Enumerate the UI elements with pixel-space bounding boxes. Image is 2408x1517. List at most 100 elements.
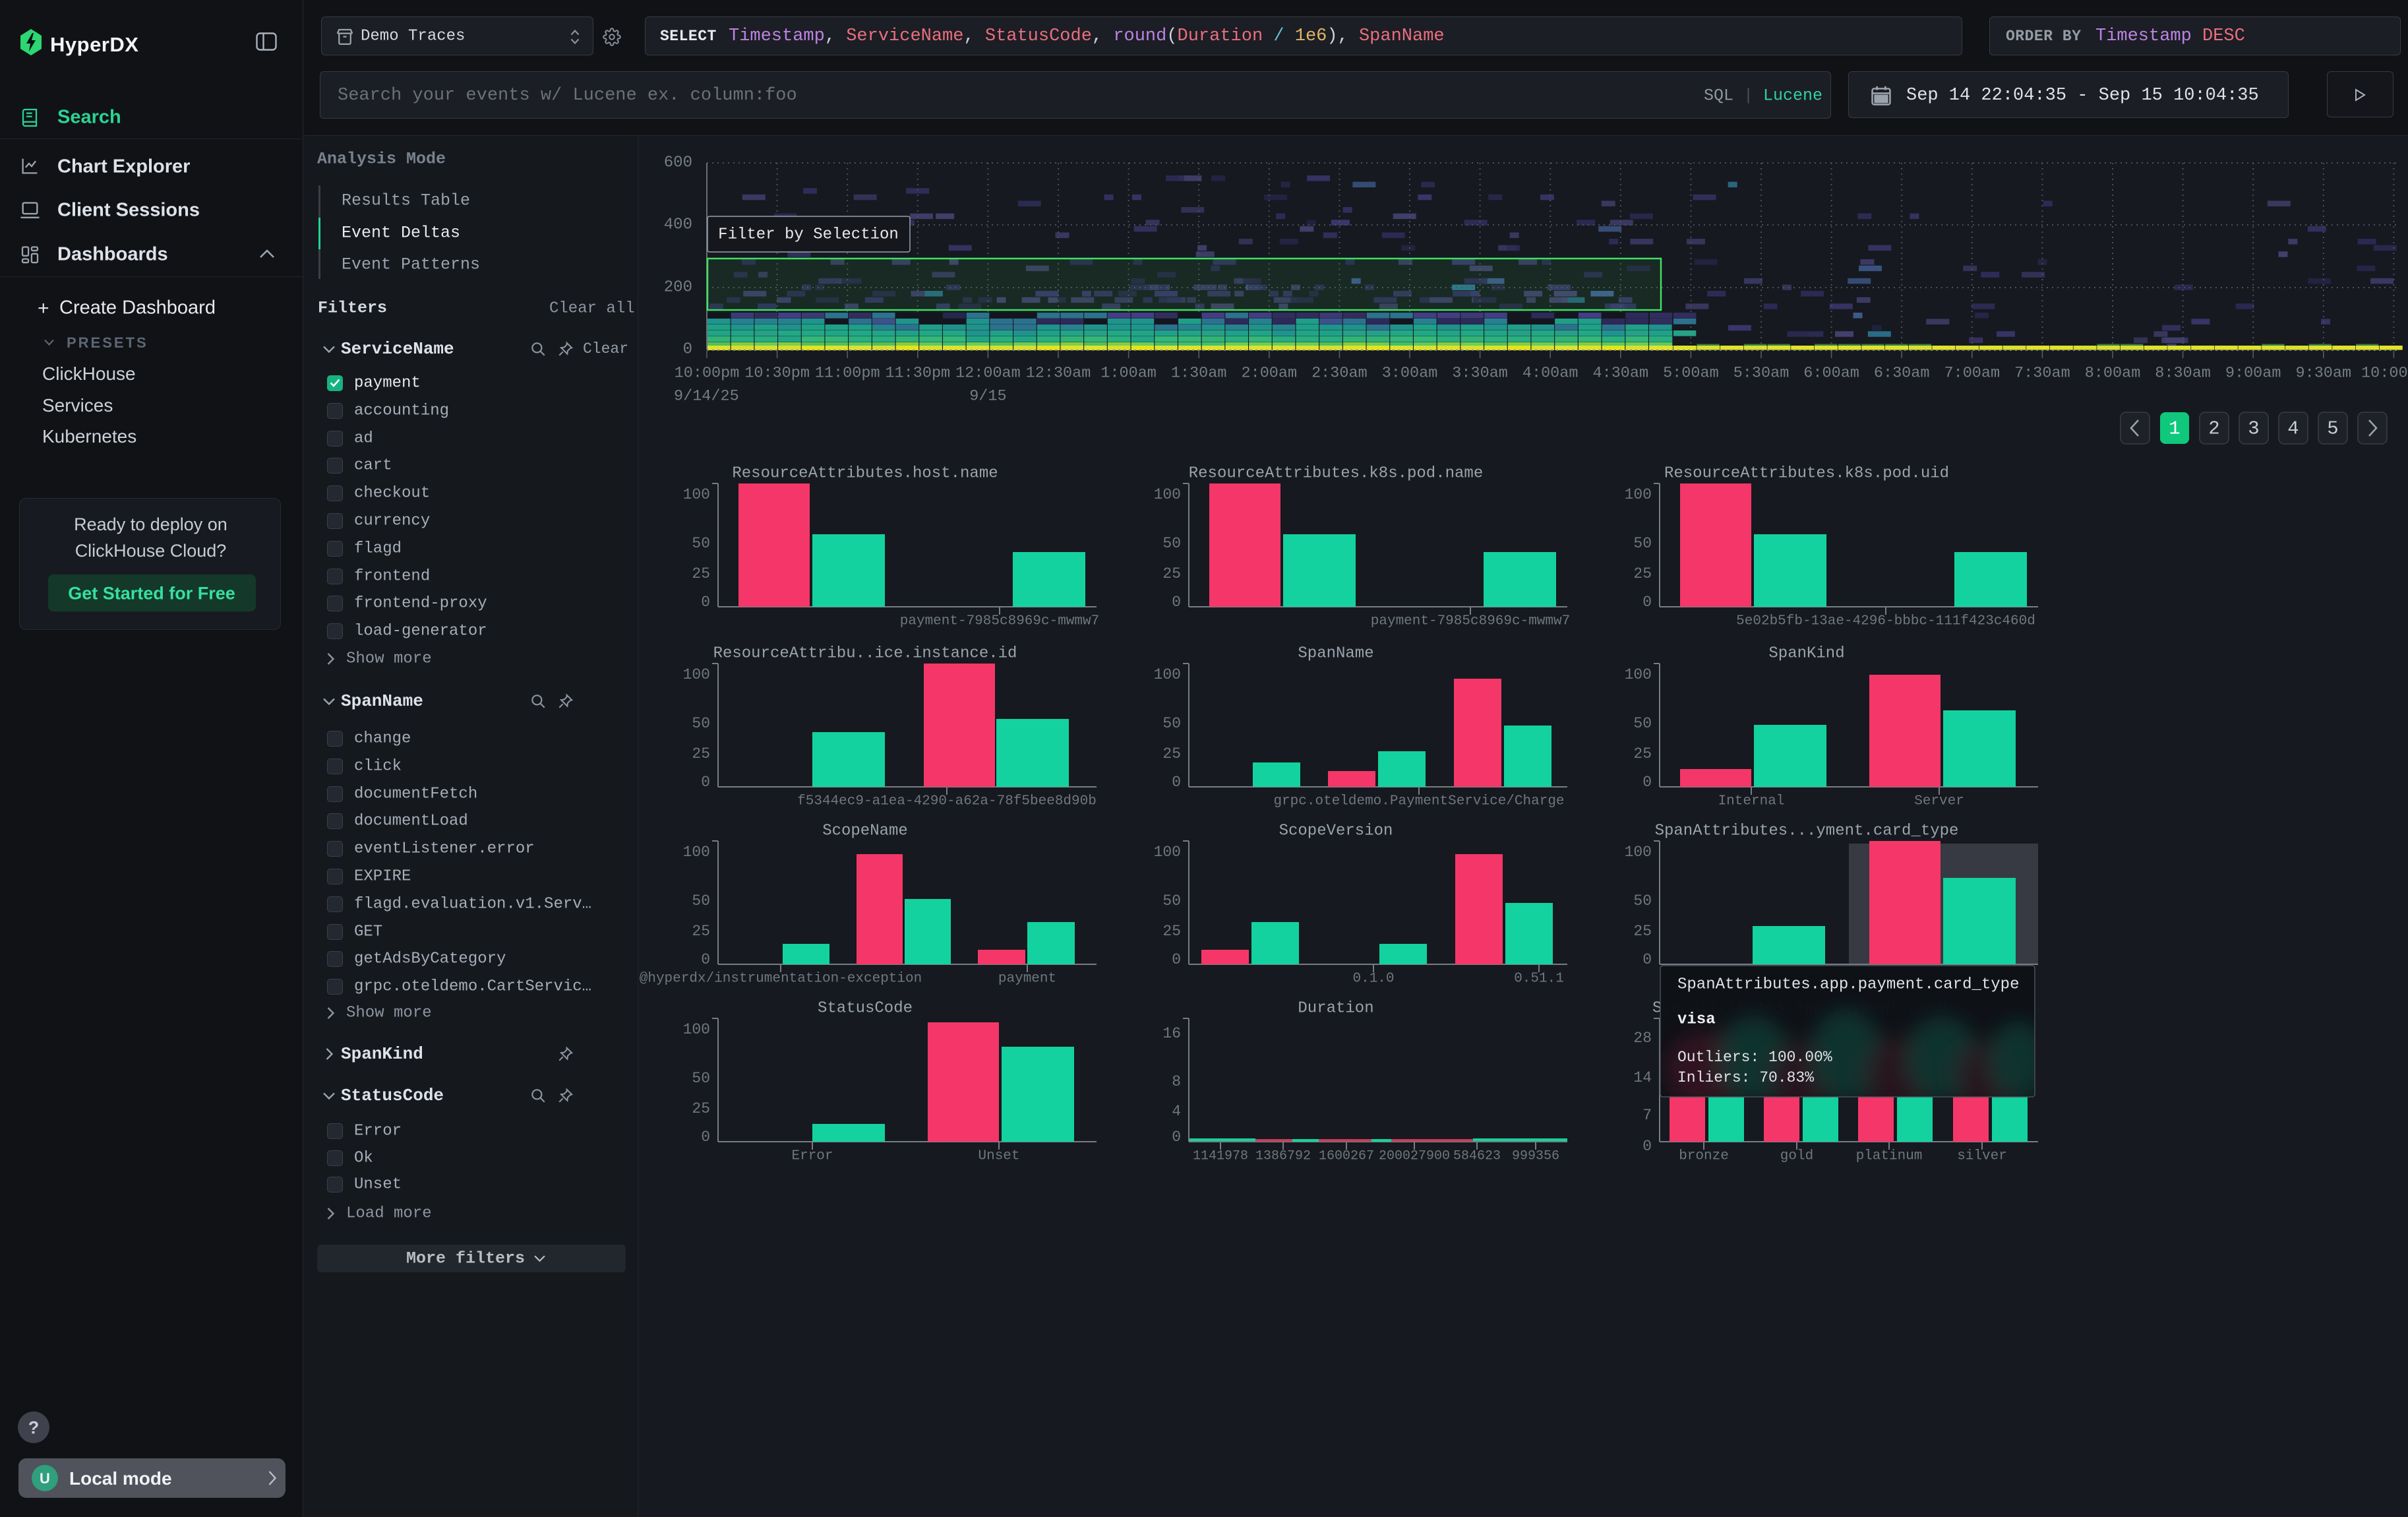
svg-text:SpanAttributes.app.payment.car: SpanAttributes.app.payment.card_type <box>1677 976 2019 994</box>
svg-text:0.51.1: 0.51.1 <box>1514 972 1564 987</box>
svg-text:1:00am: 1:00am <box>1100 365 1157 383</box>
svg-text:1600267: 1600267 <box>1319 1149 1374 1164</box>
svg-text:100: 100 <box>1625 844 1652 861</box>
svg-text:SpanName: SpanName <box>1298 645 1373 663</box>
svg-text:Unset: Unset <box>978 1149 1019 1164</box>
svg-text:8: 8 <box>1172 1073 1181 1090</box>
svg-text:0: 0 <box>1172 951 1181 968</box>
svg-text:100: 100 <box>1154 486 1181 503</box>
svg-text:3: 3 <box>2248 418 2259 440</box>
svg-text:7: 7 <box>1642 1107 1652 1124</box>
svg-text:0: 0 <box>1642 951 1652 968</box>
svg-text:4: 4 <box>2287 418 2299 440</box>
svg-text:f5344ec9-a1ea-4290-a62a-78f5be: f5344ec9-a1ea-4290-a62a-78f5bee8d90b <box>797 794 1097 809</box>
svg-text:ResourceAttribu..ice.instance.: ResourceAttribu..ice.instance.id <box>713 645 1017 663</box>
svg-text:bronze: bronze <box>1679 1149 1729 1164</box>
svg-text:11:00pm: 11:00pm <box>815 365 880 383</box>
svg-text:gold: gold <box>1780 1149 1813 1164</box>
svg-text:0: 0 <box>1172 1129 1181 1146</box>
svg-text:9:00am: 9:00am <box>2225 365 2281 383</box>
svg-text:200027900: 200027900 <box>1379 1149 1450 1164</box>
svg-text:2:00am: 2:00am <box>1241 365 1297 383</box>
svg-text:payment-7985c8969c-mwmw7: payment-7985c8969c-mwmw7 <box>1371 614 1570 629</box>
svg-text:10:00pm: 10:00pm <box>675 365 740 383</box>
svg-text:1141978: 1141978 <box>1193 1149 1248 1164</box>
svg-text:7:30am: 7:30am <box>2014 365 2070 383</box>
svg-text:6:00am: 6:00am <box>1803 365 1859 383</box>
svg-text:10:00am: 10:00am <box>2361 365 2408 383</box>
svg-text:3:00am: 3:00am <box>1382 365 1438 383</box>
svg-text:12:30am: 12:30am <box>1026 365 1091 383</box>
svg-text:9/14/25: 9/14/25 <box>674 388 739 406</box>
svg-text:50: 50 <box>1162 715 1181 732</box>
svg-text:Duration: Duration <box>1298 1000 1373 1018</box>
svg-text:ResourceAttributes.k8s.pod.uid: ResourceAttributes.k8s.pod.uid <box>1664 465 1949 483</box>
svg-text:14: 14 <box>1633 1069 1652 1086</box>
svg-text:silver: silver <box>1957 1149 2007 1164</box>
svg-text:5e02b5fb-13ae-4296-bbbc-111f42: 5e02b5fb-13ae-4296-bbbc-111f423c460d <box>1736 614 2035 629</box>
svg-text:25: 25 <box>1633 745 1652 762</box>
svg-text:4:30am: 4:30am <box>1592 365 1648 383</box>
svg-text:25: 25 <box>692 923 710 940</box>
svg-text:5:00am: 5:00am <box>1663 365 1719 383</box>
svg-text:8:00am: 8:00am <box>2085 365 2141 383</box>
svg-text:1: 1 <box>2169 418 2180 440</box>
svg-text:ScopeVersion: ScopeVersion <box>1279 822 1393 840</box>
svg-text:0: 0 <box>701 594 710 611</box>
svg-text:payment-7985c8969c-mwmw7: payment-7985c8969c-mwmw7 <box>900 614 1099 629</box>
svg-text:1:30am: 1:30am <box>1171 365 1227 383</box>
svg-text:Error: Error <box>791 1149 833 1164</box>
svg-text:50: 50 <box>692 1070 710 1087</box>
svg-text:25: 25 <box>1162 565 1181 582</box>
svg-text:10:30pm: 10:30pm <box>744 365 810 383</box>
svg-text:25: 25 <box>692 745 710 762</box>
svg-text:50: 50 <box>1633 535 1652 552</box>
svg-text:100: 100 <box>1154 844 1181 861</box>
svg-text:4: 4 <box>1172 1103 1181 1120</box>
svg-text:platinum: platinum <box>1856 1149 1923 1164</box>
svg-text:50: 50 <box>1162 892 1181 910</box>
svg-text:SpanAttributes...yment.card_ty: SpanAttributes...yment.card_type <box>1655 822 1959 840</box>
svg-text:25: 25 <box>1162 745 1181 762</box>
svg-text:Internal: Internal <box>1718 794 1785 809</box>
svg-text:9/15: 9/15 <box>969 388 1006 406</box>
svg-text:50: 50 <box>1162 535 1181 552</box>
svg-text:11:30pm: 11:30pm <box>885 365 950 383</box>
svg-text:5:30am: 5:30am <box>1733 365 1790 383</box>
svg-text:100: 100 <box>683 666 710 683</box>
svg-text:4:00am: 4:00am <box>1522 365 1579 383</box>
svg-text:0: 0 <box>1642 594 1652 611</box>
svg-text:16: 16 <box>1162 1025 1181 1042</box>
svg-text:Filter by Selection: Filter by Selection <box>718 226 899 244</box>
svg-text:100: 100 <box>1625 486 1652 503</box>
svg-text:@hyperdx/instrumentation-excep: @hyperdx/instrumentation-exception <box>640 972 922 987</box>
svg-text:grpc.oteldemo.PaymentService/C: grpc.oteldemo.PaymentService/Charge <box>1273 794 1564 809</box>
svg-text:1386792: 1386792 <box>1255 1149 1311 1164</box>
svg-text:50: 50 <box>692 892 710 910</box>
svg-text:28: 28 <box>1633 1030 1652 1047</box>
svg-text:0.1.0: 0.1.0 <box>1352 972 1394 987</box>
svg-text:0: 0 <box>1172 594 1181 611</box>
svg-text:25: 25 <box>1633 923 1652 940</box>
svg-text:Inliers: 70.83%: Inliers: 70.83% <box>1677 1069 1814 1086</box>
svg-text:Outliers: 100.00%: Outliers: 100.00% <box>1677 1049 1832 1066</box>
svg-text:100: 100 <box>683 486 710 503</box>
svg-text:ScopeName: ScopeName <box>822 822 908 840</box>
svg-text:0: 0 <box>683 341 692 359</box>
svg-text:12:00am: 12:00am <box>955 365 1021 383</box>
svg-text:100: 100 <box>683 844 710 861</box>
svg-text:7:00am: 7:00am <box>1944 365 2000 383</box>
svg-text:200: 200 <box>664 279 692 297</box>
svg-text:50: 50 <box>692 715 710 732</box>
svg-text:6:30am: 6:30am <box>1874 365 1930 383</box>
svg-text:25: 25 <box>692 565 710 582</box>
svg-text:400: 400 <box>664 216 692 234</box>
svg-text:25: 25 <box>1162 923 1181 940</box>
svg-text:50: 50 <box>1633 715 1652 732</box>
svg-text:0: 0 <box>701 1129 710 1146</box>
svg-text:25: 25 <box>1633 565 1652 582</box>
svg-text:584623: 584623 <box>1453 1149 1501 1164</box>
svg-text:100: 100 <box>1625 666 1652 683</box>
svg-text:5: 5 <box>2327 418 2338 440</box>
svg-text:600: 600 <box>664 154 692 172</box>
